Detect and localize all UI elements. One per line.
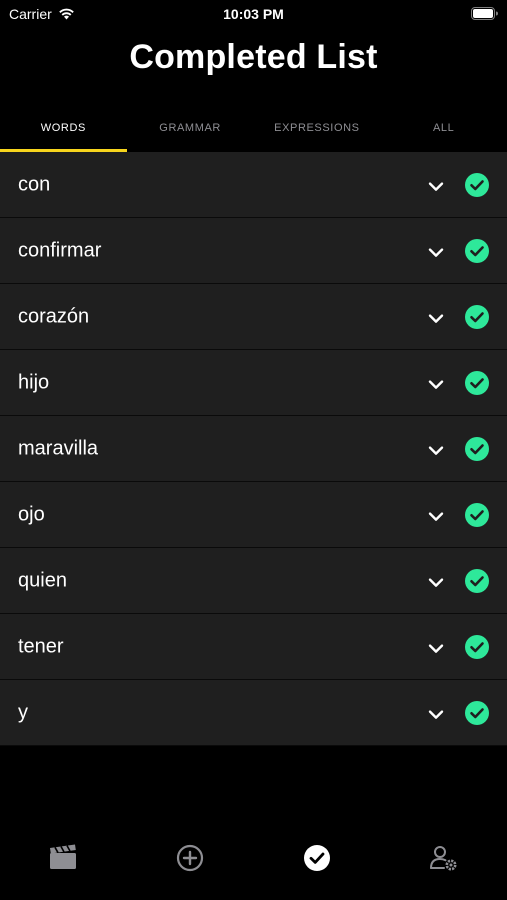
tab-all[interactable]: ALL: [380, 104, 507, 152]
nav-videos[interactable]: [0, 830, 127, 900]
check-circle-icon[interactable]: [465, 304, 489, 329]
nav-completed[interactable]: [254, 830, 381, 900]
battery-icon: [471, 7, 498, 20]
check-circle-icon[interactable]: [465, 370, 489, 395]
chevron-down-icon[interactable]: [427, 707, 445, 719]
list-item[interactable]: hijo: [0, 350, 507, 416]
list-item-label: corazón: [18, 305, 90, 327]
chevron-down-icon[interactable]: [427, 443, 445, 455]
check-circle-icon: [303, 844, 331, 872]
completed-list: con confirmar corazón hijo maravilla ojo…: [0, 152, 507, 746]
list-item-label: y: [18, 701, 28, 723]
chevron-down-icon[interactable]: [427, 641, 445, 653]
chevron-down-icon[interactable]: [427, 245, 445, 257]
check-circle-icon[interactable]: [465, 634, 489, 659]
list-item-label: maravilla: [18, 437, 99, 459]
check-circle-icon[interactable]: [465, 436, 489, 461]
check-circle-icon[interactable]: [465, 172, 489, 197]
nav-profile-settings[interactable]: [380, 830, 507, 900]
list-item-label: con: [18, 173, 51, 195]
list-item[interactable]: confirmar: [0, 218, 507, 284]
nav-add[interactable]: [127, 830, 254, 900]
list-item[interactable]: tener: [0, 614, 507, 680]
chevron-down-icon[interactable]: [427, 509, 445, 521]
category-tabs: WORDS GRAMMAR EXPRESSIONS ALL: [0, 104, 507, 152]
bottom-tab-bar: [0, 830, 507, 900]
status-bar: Carrier 10:03 PM: [0, 0, 507, 28]
check-circle-icon[interactable]: [465, 700, 489, 725]
list-item[interactable]: con: [0, 152, 507, 218]
tab-expressions[interactable]: EXPRESSIONS: [254, 104, 381, 152]
chevron-down-icon[interactable]: [427, 575, 445, 587]
status-time: 10:03 PM: [223, 6, 284, 22]
list-item[interactable]: y: [0, 680, 507, 746]
list-item-label: hijo: [18, 371, 50, 393]
tab-grammar[interactable]: GRAMMAR: [127, 104, 254, 152]
list-item[interactable]: maravilla: [0, 416, 507, 482]
list-item[interactable]: ojo: [0, 482, 507, 548]
check-circle-icon[interactable]: [465, 502, 489, 527]
clapperboard-icon: [49, 844, 77, 870]
list-item-label: ojo: [18, 503, 45, 525]
list-item-label: confirmar: [18, 239, 102, 261]
chevron-down-icon[interactable]: [427, 377, 445, 389]
chevron-down-icon[interactable]: [427, 179, 445, 191]
add-circle-icon: [176, 844, 204, 872]
list-item[interactable]: corazón: [0, 284, 507, 350]
list-item-label: quien: [18, 569, 67, 591]
list-item-label: tener: [18, 635, 64, 657]
list-item[interactable]: quien: [0, 548, 507, 614]
chevron-down-icon[interactable]: [427, 311, 445, 323]
check-circle-icon[interactable]: [465, 238, 489, 263]
user-settings-icon: [429, 844, 459, 872]
check-circle-icon[interactable]: [465, 568, 489, 593]
page-title: Completed List: [129, 38, 378, 76]
tab-words[interactable]: WORDS: [0, 104, 127, 152]
